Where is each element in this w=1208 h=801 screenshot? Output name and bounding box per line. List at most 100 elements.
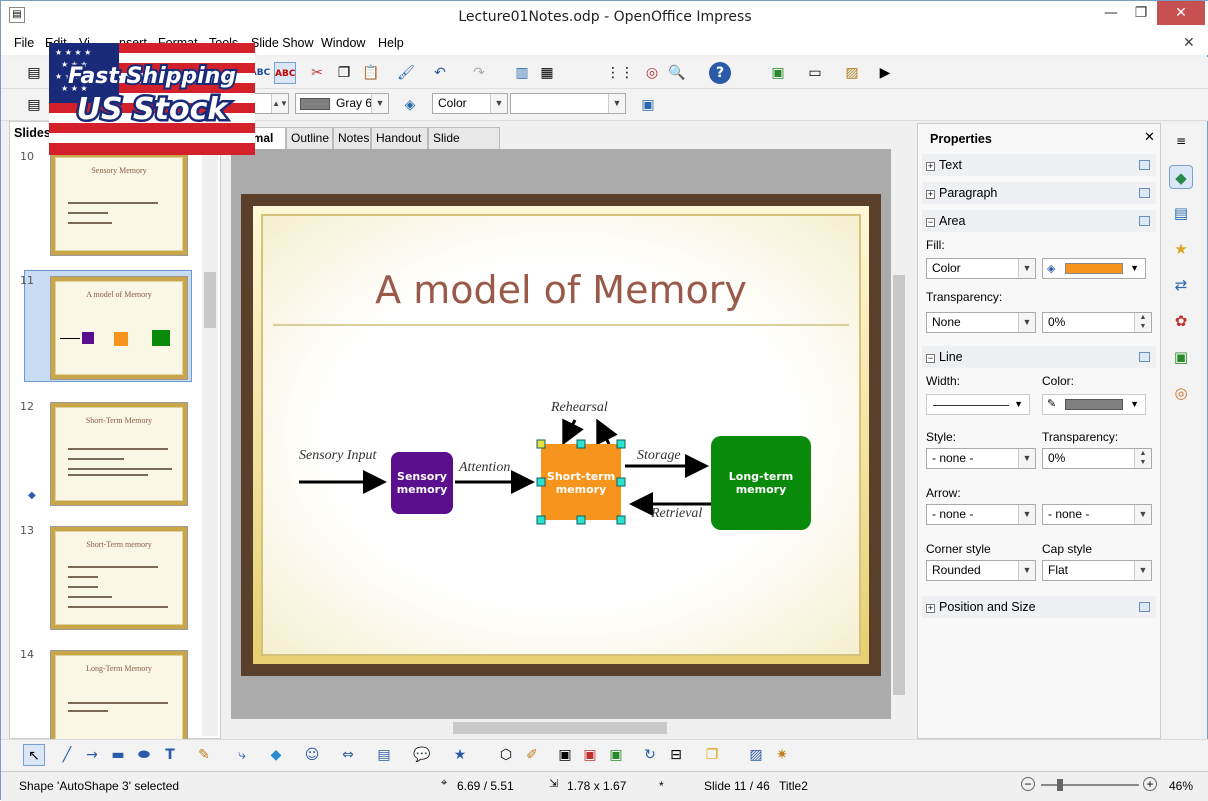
section-position-size[interactable]: + Position and Size: [922, 596, 1156, 618]
more-options-icon[interactable]: [1139, 216, 1150, 226]
more-options-icon[interactable]: [1139, 160, 1150, 170]
fill-type-select[interactable]: Color ▼: [926, 258, 1036, 279]
slide-transition-tab-icon[interactable]: ⇄: [1169, 273, 1193, 297]
display-grid-icon[interactable]: ⋮⋮: [606, 62, 634, 84]
menu-help[interactable]: Help: [378, 36, 404, 50]
tab-handout[interactable]: Handout: [371, 127, 428, 149]
section-text[interactable]: + Text: [922, 154, 1156, 176]
line-icon[interactable]: ╱: [56, 744, 78, 766]
section-line[interactable]: − Line: [922, 346, 1156, 368]
curve-icon[interactable]: ✎: [193, 744, 215, 766]
horizontal-scrollbar[interactable]: [231, 719, 891, 737]
line-transparency-stepper[interactable]: 0% ▲ ▼: [1042, 448, 1152, 469]
area-value-select[interactable]: ▼: [510, 93, 626, 114]
line-style-select[interactable]: - none - ▼: [926, 448, 1036, 469]
rectangle-icon[interactable]: ▬: [107, 744, 129, 766]
callouts-icon[interactable]: 💬: [411, 744, 433, 766]
styles-tab-icon[interactable]: ✿: [1169, 309, 1193, 333]
area-style-select[interactable]: Color ▼: [432, 93, 508, 114]
copy-icon[interactable]: ❐: [333, 62, 355, 84]
menu-file[interactable]: File: [14, 36, 34, 50]
slide-thumbnail[interactable]: A model of Memory: [50, 276, 188, 380]
close-document-icon[interactable]: ✕: [1183, 35, 1195, 51]
zoom-icon[interactable]: 🔍: [666, 62, 688, 84]
shadow-icon[interactable]: ▣: [637, 94, 659, 116]
gallery-icon[interactable]: ▣: [605, 744, 627, 766]
clone-formatting-icon[interactable]: 🖌: [395, 62, 417, 84]
zoom-out-button[interactable]: −: [1021, 777, 1035, 791]
tab-notes[interactable]: Notes: [333, 127, 371, 149]
extrusion-icon[interactable]: ▨: [745, 744, 767, 766]
close-button[interactable]: ✕: [1157, 1, 1205, 25]
line-arrow-icon[interactable]: →: [81, 744, 103, 766]
vertical-scrollbar[interactable]: [891, 149, 907, 719]
line-width-select[interactable]: ▼: [926, 394, 1030, 415]
help-icon[interactable]: ?: [709, 62, 731, 84]
rotate-icon[interactable]: ↻: [639, 744, 661, 766]
slides-scrollbar[interactable]: [202, 146, 218, 736]
horizontal-scroll-thumb[interactable]: [453, 722, 667, 734]
autospell-icon[interactable]: ABC: [274, 62, 296, 84]
zoom-slider-handle[interactable]: [1057, 779, 1063, 791]
corner-style-select[interactable]: Rounded ▼: [926, 560, 1036, 581]
slide-thumbnail[interactable]: Short-Term memory: [50, 526, 188, 630]
more-options-icon[interactable]: [1139, 352, 1150, 362]
fill-color-select[interactable]: ◈ ▼: [1042, 258, 1146, 279]
new-icon[interactable]: ▤: [23, 62, 45, 84]
more-options-icon[interactable]: [1139, 188, 1150, 198]
table-icon[interactable]: ▦: [536, 62, 558, 84]
line-color-select[interactable]: Gray 6 ▼: [295, 93, 389, 114]
ellipse-icon[interactable]: ⬬: [133, 744, 155, 766]
transparency-stepper[interactable]: 0% ▲ ▼: [1042, 312, 1152, 333]
slide-thumbnail[interactable]: Sensory Memory: [50, 152, 188, 256]
gallery-tab-icon[interactable]: ▣: [1169, 345, 1193, 369]
section-paragraph[interactable]: + Paragraph: [922, 182, 1156, 204]
zoom-in-button[interactable]: +: [1143, 777, 1157, 791]
slide-thumbnail[interactable]: Short-Term Memory: [50, 402, 188, 506]
undo-icon[interactable]: ↶: [429, 62, 451, 84]
menu-window[interactable]: Window: [321, 36, 365, 50]
stars-icon[interactable]: ★: [449, 744, 471, 766]
navigator-icon[interactable]: ◎: [641, 62, 663, 84]
connector-icon[interactable]: ⤷: [231, 744, 253, 766]
points-icon[interactable]: ⬡: [495, 744, 517, 766]
line-color-picker[interactable]: ✎ ▼: [1042, 394, 1146, 415]
transparency-type-select[interactable]: None ▼: [926, 312, 1036, 333]
tab-outline[interactable]: Outline: [286, 127, 333, 149]
more-options-icon[interactable]: [1139, 602, 1150, 612]
glue-points-icon[interactable]: ✐: [521, 744, 543, 766]
arrow-end-select[interactable]: - none - ▼: [1042, 504, 1152, 525]
from-file-icon[interactable]: ▣: [579, 744, 601, 766]
zoom-slider[interactable]: [1041, 779, 1139, 791]
interaction-icon[interactable]: ✷: [771, 744, 793, 766]
navigator-tab-icon[interactable]: ◎: [1169, 381, 1193, 405]
arrange-icon[interactable]: ❐: [701, 744, 723, 766]
slide-layout-icon[interactable]: ▭: [804, 62, 826, 84]
paste-icon[interactable]: 📋: [360, 62, 382, 84]
slides-scroll-thumb[interactable]: [204, 272, 216, 328]
basic-shapes-icon[interactable]: ◆: [265, 744, 287, 766]
area-icon[interactable]: ◈: [399, 94, 421, 116]
menu-slide-show[interactable]: Slide Show: [251, 36, 314, 50]
slide[interactable]: A model of Memory Sensory Input Attentio…: [241, 194, 881, 676]
line-properties-icon[interactable]: ▤: [23, 94, 45, 116]
sidebar-menu-icon[interactable]: ≡: [1169, 129, 1193, 153]
cap-style-select[interactable]: Flat ▼: [1042, 560, 1152, 581]
properties-tab-icon[interactable]: ◆: [1169, 165, 1193, 189]
arrow-start-select[interactable]: - none - ▼: [926, 504, 1036, 525]
tab-slide-sorter[interactable]: Slide Sorter: [428, 127, 500, 165]
fontwork-icon[interactable]: ▣: [554, 744, 576, 766]
chart-icon[interactable]: ▥: [511, 62, 533, 84]
redo-icon[interactable]: ↷: [468, 62, 490, 84]
custom-animation-tab-icon[interactable]: ★: [1169, 237, 1193, 261]
block-arrows-icon[interactable]: ⇔: [337, 744, 359, 766]
slideshow-icon[interactable]: ▶: [874, 62, 896, 84]
slide-design-icon[interactable]: ▨: [841, 62, 863, 84]
cut-icon[interactable]: ✂: [306, 62, 328, 84]
alignment-icon[interactable]: ⊟: [665, 744, 687, 766]
master-pages-tab-icon[interactable]: ▤: [1169, 201, 1193, 225]
vertical-scroll-thumb[interactable]: [893, 275, 905, 695]
symbol-shapes-icon[interactable]: ☺: [301, 744, 323, 766]
properties-close-icon[interactable]: ✕: [1144, 130, 1155, 145]
select-icon[interactable]: ↖: [23, 744, 45, 766]
